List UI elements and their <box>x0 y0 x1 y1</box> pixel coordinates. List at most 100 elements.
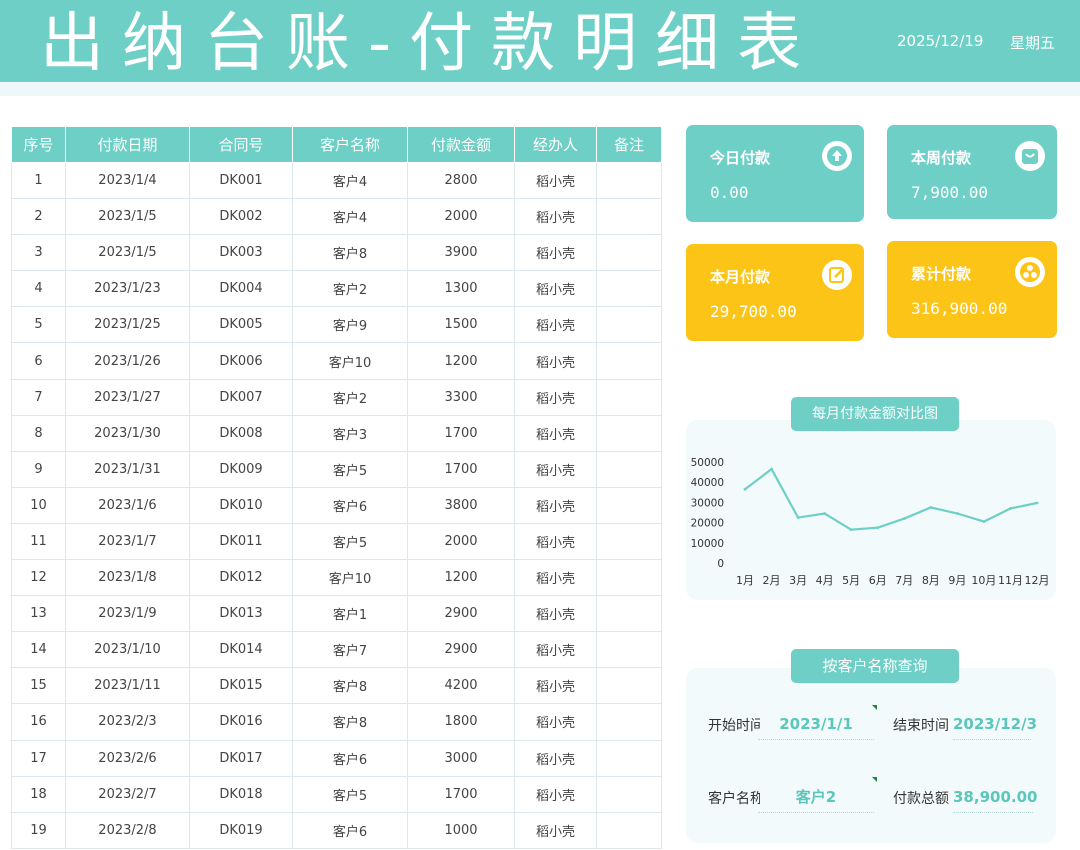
table-cell[interactable]: 客户4 <box>292 198 408 236</box>
table-cell[interactable]: 2000 <box>407 198 515 236</box>
table-cell[interactable] <box>596 414 662 452</box>
table-cell[interactable]: 稻小壳 <box>514 378 597 416</box>
table-cell[interactable] <box>596 595 662 633</box>
table-cell[interactable]: 稻小壳 <box>514 270 597 308</box>
table-cell[interactable]: 3000 <box>407 739 515 777</box>
table-cell[interactable]: 2023/1/23 <box>65 270 190 308</box>
table-cell[interactable]: DK018 <box>189 775 293 813</box>
column-header[interactable]: 备注 <box>596 126 662 163</box>
table-cell[interactable]: 稻小壳 <box>514 414 597 452</box>
table-cell[interactable]: DK015 <box>189 667 293 705</box>
table-cell[interactable]: 稻小壳 <box>514 450 597 488</box>
table-cell[interactable]: 2023/2/6 <box>65 739 190 777</box>
table-cell[interactable]: 2023/1/6 <box>65 486 190 524</box>
table-cell[interactable]: DK011 <box>189 522 293 561</box>
table-cell[interactable]: DK005 <box>189 306 293 344</box>
table-cell[interactable]: DK006 <box>189 342 293 380</box>
table-cell[interactable]: DK012 <box>189 559 293 597</box>
table-cell[interactable]: 4 <box>11 270 66 308</box>
card-total-payment[interactable]: 累计付款 316,900.00 <box>887 241 1057 338</box>
table-cell[interactable] <box>596 739 662 777</box>
table-cell[interactable]: 客户2 <box>292 378 408 416</box>
table-cell[interactable]: 客户8 <box>292 667 408 705</box>
table-cell[interactable] <box>596 631 662 669</box>
table-cell[interactable]: 客户6 <box>292 739 408 777</box>
table-row[interactable]: 8 2023/1/30 DK008 客户3 1700 稻小壳 <box>11 414 662 452</box>
table-cell[interactable]: 1300 <box>407 270 515 308</box>
table-cell[interactable]: 1500 <box>407 306 515 344</box>
start-time-input[interactable]: 2023/1/1 <box>758 712 874 740</box>
table-row[interactable]: 11 2023/1/7 DK011 客户5 2000 稻小壳 <box>11 522 662 561</box>
table-cell[interactable]: 稻小壳 <box>514 559 597 597</box>
table-cell[interactable]: 2023/1/9 <box>65 595 190 633</box>
table-row[interactable]: 16 2023/2/3 DK016 客户8 1800 稻小壳 <box>11 703 662 741</box>
card-week-payment[interactable]: 本周付款 7,900.00 <box>887 125 1057 219</box>
table-cell[interactable] <box>596 306 662 344</box>
table-cell[interactable]: 16 <box>11 703 66 741</box>
table-cell[interactable]: 2023/1/31 <box>65 450 190 488</box>
table-cell[interactable]: 客户5 <box>292 775 408 813</box>
table-cell[interactable]: 2000 <box>407 522 515 561</box>
table-cell[interactable]: 客户9 <box>292 306 408 344</box>
table-cell[interactable]: 3800 <box>407 486 515 524</box>
table-cell[interactable]: 1000 <box>407 811 515 849</box>
table-cell[interactable]: 19 <box>11 811 66 849</box>
table-row[interactable]: 2 2023/1/5 DK002 客户4 2000 稻小壳 <box>11 198 662 236</box>
table-cell[interactable]: 1200 <box>407 559 515 597</box>
table-cell[interactable]: 稻小壳 <box>514 234 597 272</box>
table-cell[interactable]: 客户1 <box>292 595 408 633</box>
table-cell[interactable]: 稻小壳 <box>514 342 597 380</box>
table-cell[interactable]: 客户10 <box>292 559 408 597</box>
table-cell[interactable]: 稻小壳 <box>514 631 597 669</box>
table-cell[interactable]: 稻小壳 <box>514 522 597 561</box>
table-cell[interactable]: 1700 <box>407 450 515 488</box>
table-cell[interactable]: 3900 <box>407 234 515 272</box>
table-row[interactable]: 5 2023/1/25 DK005 客户9 1500 稻小壳 <box>11 306 662 344</box>
table-cell[interactable] <box>596 703 662 741</box>
table-cell[interactable]: 2900 <box>407 631 515 669</box>
table-row[interactable]: 10 2023/1/6 DK010 客户6 3800 稻小壳 <box>11 486 662 524</box>
table-cell[interactable]: 稻小壳 <box>514 595 597 633</box>
table-cell[interactable]: 2023/1/30 <box>65 414 190 452</box>
table-row[interactable]: 19 2023/2/8 DK019 客户6 1000 稻小壳 <box>11 811 662 849</box>
table-cell[interactable]: 客户8 <box>292 234 408 272</box>
table-cell[interactable]: 3 <box>11 234 66 272</box>
table-cell[interactable]: 客户3 <box>292 414 408 452</box>
table-cell[interactable] <box>596 378 662 416</box>
table-cell[interactable]: 2023/1/4 <box>65 161 190 200</box>
table-cell[interactable]: 10 <box>11 486 66 524</box>
column-header[interactable]: 客户名称 <box>292 126 408 163</box>
table-row[interactable]: 4 2023/1/23 DK004 客户2 1300 稻小壳 <box>11 270 662 308</box>
table-cell[interactable] <box>596 667 662 705</box>
customer-name-input[interactable]: 客户2 <box>758 785 874 813</box>
table-cell[interactable]: 稻小壳 <box>514 161 597 200</box>
table-row[interactable]: 17 2023/2/6 DK017 客户6 3000 稻小壳 <box>11 739 662 777</box>
table-row[interactable]: 18 2023/2/7 DK018 客户5 1700 稻小壳 <box>11 775 662 813</box>
table-cell[interactable]: 6 <box>11 342 66 380</box>
table-cell[interactable]: 14 <box>11 631 66 669</box>
table-cell[interactable]: 3300 <box>407 378 515 416</box>
table-cell[interactable]: 客户5 <box>292 450 408 488</box>
table-row[interactable]: 3 2023/1/5 DK003 客户8 3900 稻小壳 <box>11 234 662 272</box>
table-cell[interactable]: 客户2 <box>292 270 408 308</box>
table-cell[interactable]: DK010 <box>189 486 293 524</box>
table-cell[interactable]: 2023/1/11 <box>65 667 190 705</box>
column-header[interactable]: 付款日期 <box>65 126 190 163</box>
table-cell[interactable]: 稻小壳 <box>514 775 597 813</box>
table-cell[interactable]: 17 <box>11 739 66 777</box>
table-cell[interactable]: 稻小壳 <box>514 667 597 705</box>
table-cell[interactable]: 13 <box>11 595 66 633</box>
table-cell[interactable]: DK003 <box>189 234 293 272</box>
table-cell[interactable]: DK001 <box>189 161 293 200</box>
table-cell[interactable] <box>596 559 662 597</box>
table-cell[interactable]: 1200 <box>407 342 515 380</box>
table-cell[interactable]: 稻小壳 <box>514 811 597 849</box>
table-row[interactable]: 12 2023/1/8 DK012 客户10 1200 稻小壳 <box>11 559 662 597</box>
table-cell[interactable]: 2023/1/10 <box>65 631 190 669</box>
table-cell[interactable]: 2900 <box>407 595 515 633</box>
table-cell[interactable]: 2023/1/5 <box>65 198 190 236</box>
table-cell[interactable]: 2023/2/8 <box>65 811 190 849</box>
table-cell[interactable] <box>596 234 662 272</box>
table-row[interactable]: 1 2023/1/4 DK001 客户4 2800 稻小壳 <box>11 161 662 200</box>
table-cell[interactable] <box>596 486 662 524</box>
